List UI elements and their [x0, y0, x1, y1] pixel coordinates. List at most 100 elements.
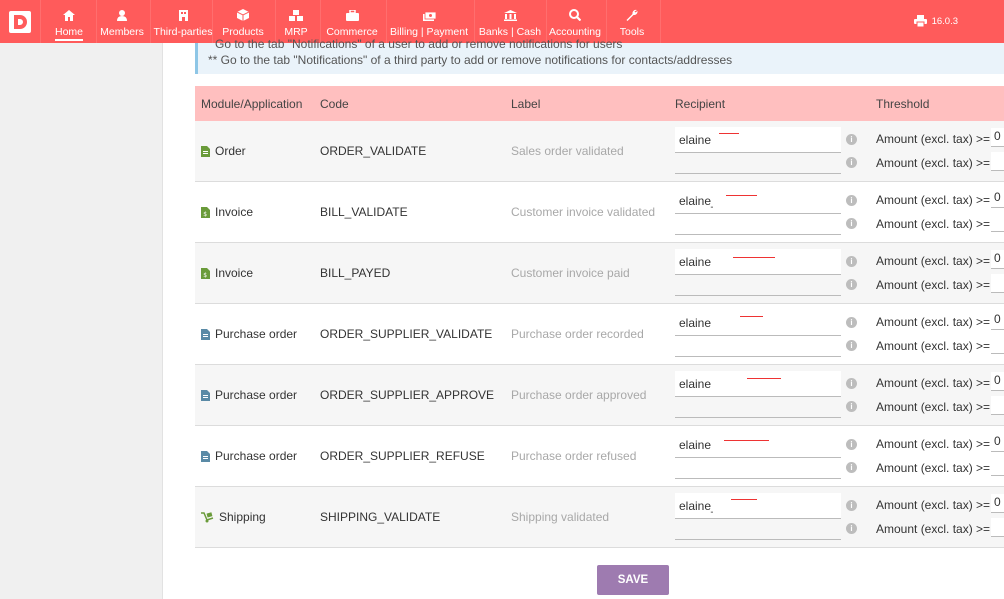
recipient-field[interactable]: elaine_ — [675, 493, 841, 519]
recipient-field[interactable]: elaine — [675, 371, 841, 397]
threshold-input-user[interactable]: 0 — [991, 311, 1004, 330]
info-icon[interactable]: i — [846, 439, 857, 450]
recipient-value: elaine_ — [679, 499, 718, 513]
nav-separator — [40, 0, 41, 43]
threshold-label-user: Amount (excl. tax) >= — [876, 132, 991, 146]
threshold-label-contact: Amount (excl. tax) >= — [876, 522, 991, 536]
redaction-mark — [747, 378, 781, 379]
recipient-value: elaine — [679, 377, 712, 391]
module-name: Invoice — [215, 266, 254, 280]
header-recipient: Recipient — [675, 97, 726, 111]
recipient-contact-field[interactable] — [675, 398, 841, 418]
threshold-input-contact[interactable] — [991, 213, 1004, 232]
wrench-icon — [626, 8, 638, 22]
table-row: Purchase order ORDER_SUPPLIER_APPROVE Pu… — [195, 365, 1004, 426]
threshold-label-user: Amount (excl. tax) >= — [876, 254, 991, 268]
module-cell: Purchase order — [201, 327, 297, 341]
info-icon[interactable]: i — [846, 523, 857, 534]
recipient-field[interactable]: elaine — [675, 310, 841, 336]
threshold-input-contact[interactable] — [991, 396, 1004, 415]
module-cell: Shipping — [201, 510, 266, 524]
recipient-contact-field[interactable] — [675, 337, 841, 357]
cubes-icon — [289, 8, 303, 22]
table-row: $ Invoice BILL_VALIDATE Customer invoice… — [195, 182, 1004, 243]
event-label: Shipping validated — [511, 510, 610, 524]
threshold-input-contact[interactable] — [991, 457, 1004, 476]
recipient-value: elaine — [679, 438, 712, 452]
redaction — [713, 253, 833, 271]
recipient-field[interactable]: elaine_ — [675, 188, 841, 214]
table-row: Purchase order ORDER_SUPPLIER_REFUSE Pur… — [195, 426, 1004, 487]
recipient-field[interactable]: elaine — [675, 127, 841, 153]
info-icon[interactable]: i — [846, 500, 857, 511]
supplier-order-icon — [201, 389, 210, 401]
threshold-label-user: Amount (excl. tax) >= — [876, 498, 991, 512]
logo-icon: D — [9, 10, 31, 33]
svg-text:$: $ — [203, 211, 207, 218]
recipient-value: elaine_ — [679, 194, 718, 208]
info-icon[interactable]: i — [846, 401, 857, 412]
nav-separator — [212, 0, 213, 43]
recipient-contact-field[interactable] — [675, 215, 841, 235]
info-icon[interactable]: i — [846, 279, 857, 290]
module-cell: Order — [201, 144, 246, 158]
notifications-table: Module/Application Code Label Recipient … — [195, 86, 1004, 548]
invoice-icon: $ — [201, 206, 210, 218]
recipient-field[interactable]: elaine — [675, 249, 841, 275]
info-icon[interactable]: i — [846, 378, 857, 389]
threshold-input-user[interactable]: 0 — [991, 372, 1004, 391]
info-box: Go to the tab "Notifications" of a user … — [195, 37, 1004, 74]
threshold-label-user: Amount (excl. tax) >= — [876, 437, 991, 451]
dolly-icon — [201, 511, 214, 523]
briefcase-icon — [345, 8, 359, 22]
info-icon[interactable]: i — [846, 157, 857, 168]
recipient-field[interactable]: elaine — [675, 432, 841, 458]
nav-separator — [150, 0, 151, 43]
event-code: ORDER_SUPPLIER_APPROVE — [320, 388, 495, 402]
event-code: ORDER_VALIDATE — [320, 144, 427, 158]
invoice-icon: $ — [201, 267, 210, 279]
recipient-value: elaine — [679, 316, 712, 330]
threshold-input-user[interactable]: 0 — [991, 189, 1004, 208]
event-label: Purchase order approved — [511, 388, 647, 402]
info-icon[interactable]: i — [846, 134, 857, 145]
event-code: ORDER_SUPPLIER_REFUSE — [320, 449, 485, 463]
threshold-input-user[interactable]: 0 — [991, 494, 1004, 513]
info-icon[interactable]: i — [846, 218, 857, 229]
redaction-mark — [740, 316, 763, 317]
version-badge[interactable]: 16.0.3 — [913, 15, 958, 27]
version-text: 16.0.3 — [931, 15, 958, 27]
event-label: Purchase order refused — [511, 449, 637, 463]
redaction-mark — [733, 257, 775, 258]
threshold-label-contact: Amount (excl. tax) >= — [876, 461, 991, 475]
info-icon[interactable]: i — [846, 340, 857, 351]
recipient-value: elaine — [679, 133, 712, 147]
threshold-input-user[interactable]: 0 — [991, 250, 1004, 269]
info-icon[interactable]: i — [846, 462, 857, 473]
recipient-contact-field[interactable] — [675, 520, 841, 540]
threshold-input-contact[interactable] — [991, 274, 1004, 293]
printer-icon[interactable] — [913, 15, 927, 27]
info-icon[interactable]: i — [846, 256, 857, 267]
home-icon — [63, 8, 75, 22]
redaction-mark — [719, 133, 739, 134]
save-button[interactable]: SAVE — [597, 565, 669, 595]
money-icon — [422, 8, 436, 22]
module-name: Purchase order — [215, 327, 298, 341]
module-cell: $ Invoice — [201, 205, 253, 219]
threshold-label-contact: Amount (excl. tax) >= — [876, 339, 991, 353]
threshold-input-contact[interactable] — [991, 152, 1004, 171]
recipient-contact-field[interactable] — [675, 459, 841, 479]
threshold-input-contact[interactable] — [991, 335, 1004, 354]
info-icon[interactable]: i — [846, 317, 857, 328]
recipient-contact-field[interactable] — [675, 154, 841, 174]
order-icon — [201, 145, 210, 157]
recipient-contact-field[interactable] — [675, 276, 841, 296]
info-icon[interactable]: i — [846, 195, 857, 206]
module-name: Purchase order — [215, 449, 298, 463]
threshold-input-user[interactable]: 0 — [991, 433, 1004, 452]
threshold-input-user[interactable]: 0 — [991, 128, 1004, 147]
threshold-label-contact: Amount (excl. tax) >= — [876, 156, 991, 170]
header-threshold: Threshold — [876, 97, 930, 111]
threshold-input-contact[interactable] — [991, 518, 1004, 537]
